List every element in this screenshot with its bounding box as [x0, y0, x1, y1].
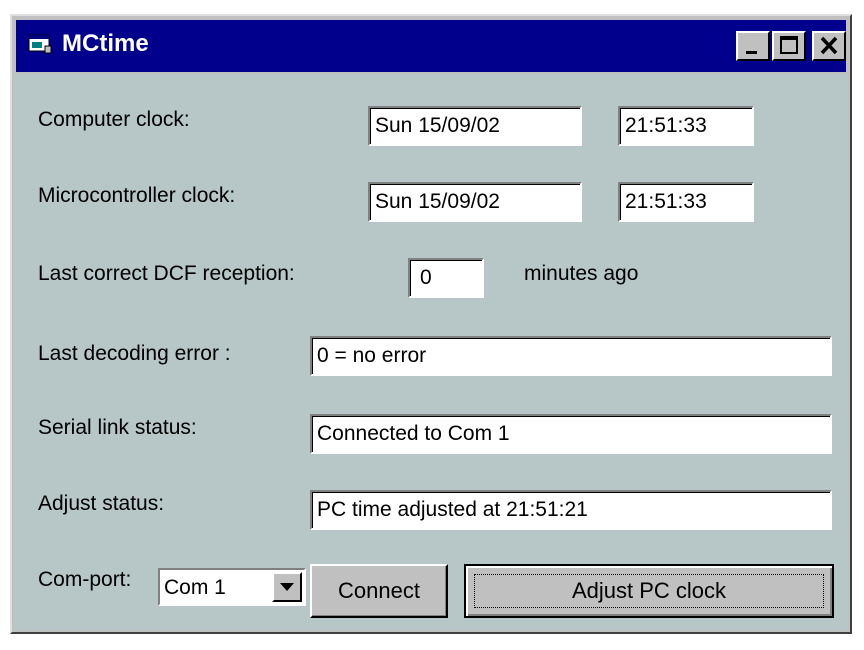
com-port-dropdown-button[interactable] [272, 572, 302, 602]
app-window-icon [28, 34, 52, 54]
microcontroller-clock-date-field[interactable]: Sun 15/09/02 [368, 182, 582, 222]
maximize-button[interactable] [772, 31, 806, 61]
dcf-minutes-field[interactable]: 0 [408, 258, 484, 298]
title-bar[interactable]: MCtime [16, 20, 846, 72]
computer-clock-label: Computer clock: [38, 108, 190, 131]
dcf-reception-label: Last correct DCF reception: [38, 262, 295, 285]
serial-link-status-label: Serial link status: [38, 416, 197, 439]
connect-button[interactable]: Connect [310, 564, 448, 618]
decoding-error-label: Last decoding error : [38, 342, 231, 365]
adjust-pc-clock-label: Adjust PC clock [571, 578, 727, 603]
com-port-selected-value: Com 1 [164, 576, 226, 599]
decoding-error-field[interactable]: 0 = no error [310, 336, 832, 376]
microcontroller-clock-label: Microcontroller clock: [38, 184, 236, 207]
com-port-select[interactable]: Com 1 [158, 568, 306, 606]
adjust-status-label: Adjust status: [38, 492, 165, 515]
serial-link-status-field[interactable]: Connected to Com 1 [310, 414, 832, 454]
minutes-ago-label: minutes ago [524, 262, 639, 285]
adjust-pc-clock-button[interactable]: Adjust PC clock [464, 564, 834, 618]
computer-clock-time-field[interactable]: 21:51:33 [618, 106, 754, 146]
adjust-status-field[interactable]: PC time adjusted at 21:51:21 [310, 490, 832, 530]
window-title: MCtime [62, 30, 149, 57]
minimize-button[interactable] [736, 31, 770, 61]
com-port-label: Com-port: [38, 568, 132, 591]
microcontroller-clock-time-field[interactable]: 21:51:33 [618, 182, 754, 222]
computer-clock-date-field[interactable]: Sun 15/09/02 [368, 106, 582, 146]
close-button[interactable] [812, 31, 846, 61]
